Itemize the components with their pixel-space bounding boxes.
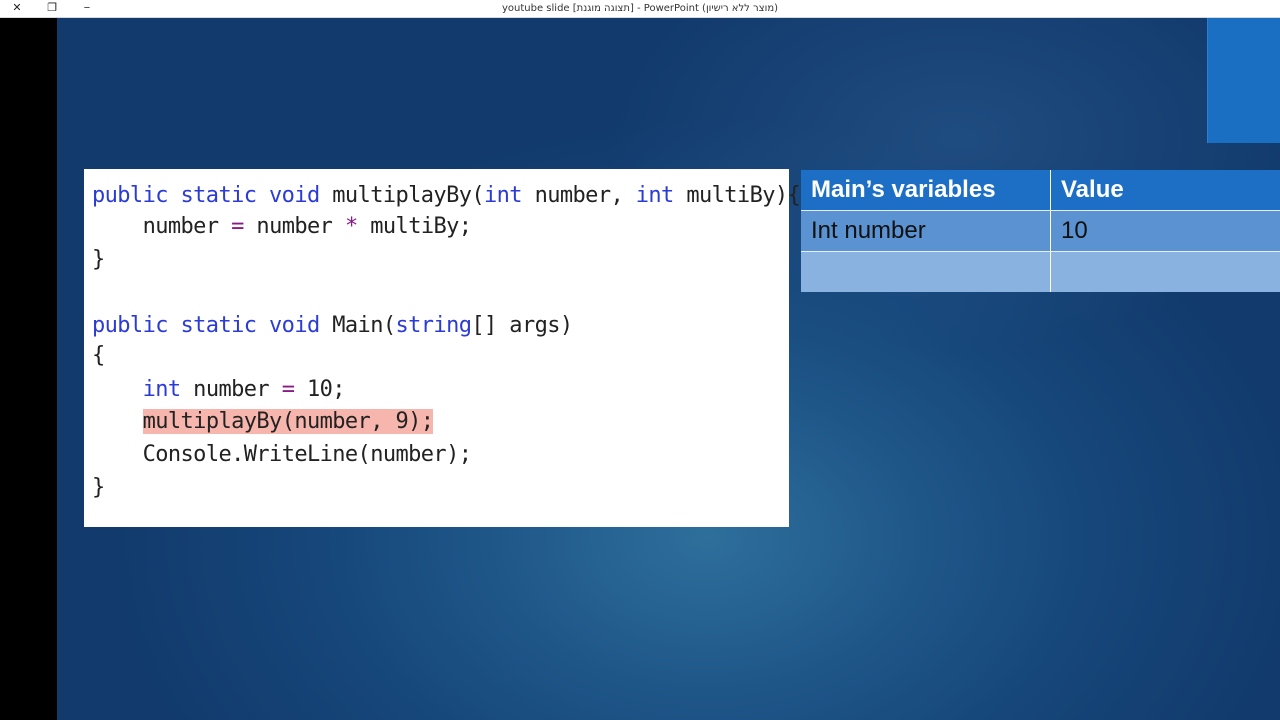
decorative-corner-rectangle <box>1207 18 1280 143</box>
code-operator: = <box>281 377 295 402</box>
minimize-icon[interactable]: − <box>70 0 104 17</box>
code-keyword: int <box>635 183 675 208</box>
variable-name-cell: Int number <box>801 211 1051 251</box>
variables-table: Main’s variables Value Int number 10 <box>801 170 1280 292</box>
code-operator: = <box>231 214 244 239</box>
code-line: } <box>92 473 105 503</box>
code-operator: * <box>344 214 358 239</box>
code-text: number <box>180 377 282 402</box>
header-value: Value <box>1061 176 1124 203</box>
code-text: number <box>243 214 345 239</box>
slide-letterbox-left <box>0 18 57 720</box>
table-row: Int number 10 <box>801 210 1280 251</box>
code-keyword: int <box>142 377 182 402</box>
code-line: number = number * multiBy; <box>92 212 472 242</box>
code-text: } <box>92 247 105 272</box>
code-text: number <box>142 214 232 239</box>
code-text: multiBy){ <box>673 183 801 208</box>
code-text: 10; <box>294 377 346 402</box>
code-text: number, <box>521 183 636 208</box>
code-line: } <box>92 245 105 275</box>
code-line: public static void Main(string[] args) <box>92 311 573 341</box>
header-variables: Main’s variables <box>801 170 1051 210</box>
variable-value-cell: 10 <box>1061 217 1088 244</box>
code-text: } <box>92 475 105 500</box>
code-snippet-box: public static void multiplayBy(int numbe… <box>84 169 801 527</box>
variables-table-header: Main’s variables Value <box>801 170 1280 210</box>
code-line: multiplayBy(number, 9); <box>92 407 434 437</box>
code-text: multiplayBy( <box>319 183 485 208</box>
code-line: public static void multiplayBy(int numbe… <box>92 181 801 211</box>
code-line: { <box>92 341 105 371</box>
code-text: Main( <box>319 313 396 338</box>
window-titlebar: ✕ ❐ − youtube slide [תצוגה מוגנת] - Powe… <box>0 0 1280 18</box>
code-keyword: int <box>484 183 523 208</box>
code-line: int number = 10; <box>92 375 346 405</box>
close-icon[interactable]: ✕ <box>0 0 34 17</box>
code-keyword: public static void <box>92 313 320 338</box>
code-text: [] args) <box>471 313 573 338</box>
highlighted-call: multiplayBy(number, 9); <box>142 409 434 434</box>
variable-value-cell <box>1051 252 1280 292</box>
code-text: Console.WriteLine(number); <box>142 442 472 467</box>
code-keyword: public static void <box>92 183 320 208</box>
code-line: Console.WriteLine(number); <box>92 440 472 470</box>
variable-name-cell <box>801 252 1051 292</box>
code-keyword: string <box>395 313 472 338</box>
slide-canvas: public static void multiplayBy(int numbe… <box>57 18 1280 720</box>
window-title: youtube slide [תצוגה מוגנת] - PowerPoint… <box>501 3 779 14</box>
code-text: multiBy; <box>357 214 472 239</box>
table-row <box>801 251 1280 292</box>
restore-icon[interactable]: ❐ <box>35 0 69 17</box>
code-text: { <box>92 343 105 368</box>
